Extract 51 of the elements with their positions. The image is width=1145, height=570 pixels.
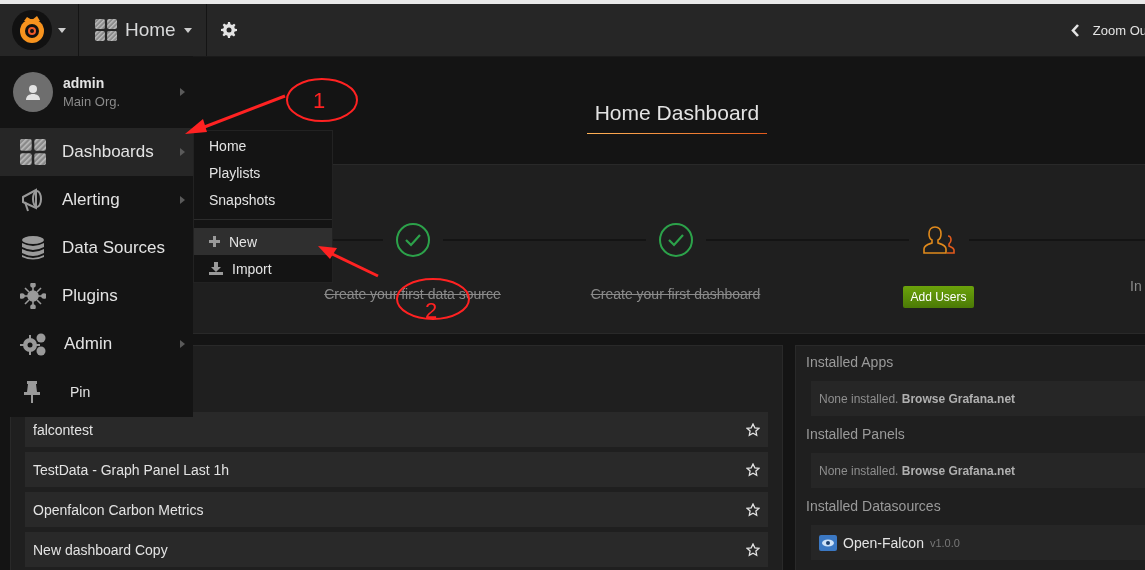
- users-icon: [920, 224, 957, 256]
- chevron-left-icon: [1070, 23, 1079, 37]
- add-users-button[interactable]: Add Users: [903, 286, 974, 308]
- empty-note: None installed. Browse Grafana.net: [811, 381, 1145, 416]
- menu-item[interactable]: Data Sources: [0, 224, 193, 272]
- annotation-circle: [286, 78, 358, 122]
- menu-item[interactable]: Admin: [0, 320, 193, 368]
- dashboard-link[interactable]: TestData - Graph Panel Last 1h: [25, 452, 768, 487]
- empty-note: None installed. Browse Grafana.net: [811, 453, 1145, 488]
- menu-item[interactable]: Dashboards: [0, 128, 193, 176]
- submenu-item[interactable]: New: [194, 228, 332, 255]
- star-icon[interactable]: [746, 542, 760, 557]
- download-icon: [209, 262, 223, 275]
- submenu-item[interactable]: Snapshots: [194, 186, 332, 213]
- page-title: Home Dashboard: [586, 101, 768, 134]
- plugins-icon: [20, 283, 46, 309]
- menu-item[interactable]: Plugins: [0, 272, 193, 320]
- step-label[interactable]: Create your first dashboard: [590, 286, 761, 302]
- dashboard-link[interactable]: Openfalcon Carbon Metrics: [25, 492, 768, 527]
- annotation-arrow: [318, 246, 379, 278]
- avatar-icon: [13, 72, 53, 112]
- dashboard-grid-icon: [20, 139, 46, 165]
- dashboard-link[interactable]: New dashboard Copy: [25, 532, 768, 567]
- grafana-logo-icon: [12, 10, 52, 50]
- annotation-number: 2: [425, 298, 438, 323]
- database-icon: [20, 235, 46, 261]
- dashboard-link[interactable]: falcontest: [25, 412, 768, 447]
- star-icon[interactable]: [746, 502, 760, 517]
- check-circle-icon: [657, 222, 694, 258]
- plus-icon: [209, 236, 220, 247]
- annotation-number: 1: [313, 88, 326, 113]
- caret-icon: [58, 27, 66, 33]
- datasource-item[interactable]: Open-Falcon v1.0.0: [811, 525, 1145, 560]
- submenu-item[interactable]: Home: [194, 132, 332, 159]
- star-icon[interactable]: [746, 422, 760, 437]
- settings-icon: [220, 22, 237, 38]
- dashboard-grid-icon: [95, 19, 117, 41]
- datasource-logo-icon: [819, 534, 837, 551]
- check-circle-icon: [394, 222, 431, 258]
- menu-item[interactable]: Alerting: [0, 176, 193, 224]
- submenu-item[interactable]: Import: [194, 255, 332, 282]
- star-icon[interactable]: [746, 462, 760, 477]
- submenu-item[interactable]: Playlists: [194, 159, 332, 186]
- pin-icon: [24, 381, 40, 403]
- section-heading: Installed Panels: [806, 426, 906, 442]
- section-heading: Installed Datasources: [806, 498, 942, 514]
- step-label[interactable]: In: [1070, 278, 1142, 294]
- profile-menu-item[interactable]: admin Main Org.: [0, 56, 193, 128]
- caret-icon: [183, 27, 192, 33]
- section-heading: Installed Apps: [806, 354, 895, 370]
- gears-icon: [20, 331, 48, 357]
